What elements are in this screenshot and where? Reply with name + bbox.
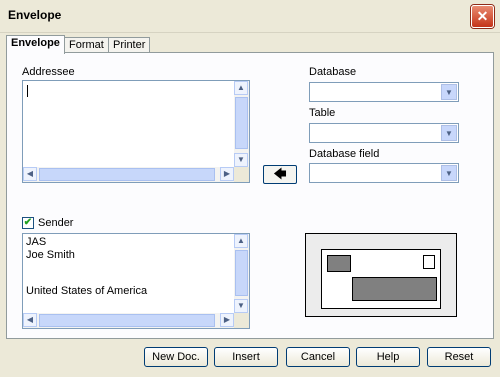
scroll-thumb-horizontal[interactable] <box>39 168 215 181</box>
database-label: Database <box>309 66 357 78</box>
tab-envelope[interactable]: Envelope <box>6 35 65 54</box>
sender-line <box>26 262 147 275</box>
title-bar: Envelope ✕ <box>0 0 500 33</box>
scroll-up-icon[interactable]: ▲ <box>234 81 248 95</box>
scroll-thumb-horizontal[interactable] <box>39 314 215 327</box>
close-button[interactable]: ✕ <box>471 5 494 28</box>
window-title: Envelope <box>8 8 62 22</box>
sender-position-marker <box>327 255 351 272</box>
addressee-label: Addressee <box>22 66 75 78</box>
scroll-left-icon[interactable]: ◀ <box>23 313 37 327</box>
addressee-horizontal-scrollbar[interactable]: ◀ ▶ <box>23 167 234 182</box>
scroll-down-icon[interactable]: ▼ <box>234 299 248 313</box>
scroll-thumb[interactable] <box>235 250 248 296</box>
text-cursor <box>27 85 28 97</box>
sender-horizontal-scrollbar[interactable]: ◀ ▶ <box>23 313 234 328</box>
scroll-right-icon[interactable]: ▶ <box>220 167 234 181</box>
table-select[interactable]: ▼ <box>309 123 459 143</box>
reset-button[interactable]: Reset <box>427 347 491 367</box>
insert-field-button[interactable]: 🡄 <box>263 165 297 184</box>
insert-button[interactable]: Insert <box>214 347 278 367</box>
scroll-down-icon[interactable]: ▼ <box>234 153 248 167</box>
scroll-right-icon[interactable]: ▶ <box>220 313 234 327</box>
close-icon: ✕ <box>476 8 489 24</box>
sender-line: JAS <box>26 236 47 248</box>
scroll-corner <box>234 313 249 328</box>
envelope-preview <box>305 233 457 317</box>
database-field-label: Database field <box>309 148 380 160</box>
help-button[interactable]: Help <box>356 347 420 367</box>
sender-textarea[interactable]: JAS Joe Smith United States of America ▲… <box>22 233 250 329</box>
scroll-left-icon[interactable]: ◀ <box>23 167 37 181</box>
addressee-position-marker <box>352 277 437 301</box>
tab-format[interactable]: Format <box>64 37 109 53</box>
chevron-down-icon[interactable]: ▼ <box>441 165 457 181</box>
database-select[interactable]: ▼ <box>309 82 459 102</box>
sender-text: JAS Joe Smith United States of America <box>26 236 147 298</box>
scroll-up-icon[interactable]: ▲ <box>234 234 248 248</box>
sender-checkbox[interactable]: ✔ <box>22 217 34 229</box>
addressee-textarea[interactable]: ▲ ▼ ◀ ▶ <box>22 80 250 183</box>
envelope-shape <box>321 249 441 309</box>
sender-line: Joe Smith <box>26 249 75 261</box>
addressee-vertical-scrollbar[interactable]: ▲ ▼ <box>234 81 249 167</box>
sender-line: United States of America <box>26 285 148 297</box>
database-field-select[interactable]: ▼ <box>309 163 459 183</box>
arrow-left-icon: 🡄 <box>273 166 287 181</box>
chevron-down-icon[interactable]: ▼ <box>441 84 457 100</box>
scroll-thumb[interactable] <box>235 97 248 149</box>
tab-printer[interactable]: Printer <box>108 37 151 53</box>
sender-label: Sender <box>38 217 74 229</box>
scroll-corner <box>234 167 249 182</box>
sender-vertical-scrollbar[interactable]: ▲ ▼ <box>234 234 249 313</box>
stamp-marker <box>423 255 435 269</box>
cancel-button[interactable]: Cancel <box>286 347 350 367</box>
new-doc-button[interactable]: New Doc. <box>144 347 208 367</box>
chevron-down-icon[interactable]: ▼ <box>441 125 457 141</box>
table-label: Table <box>309 107 336 119</box>
